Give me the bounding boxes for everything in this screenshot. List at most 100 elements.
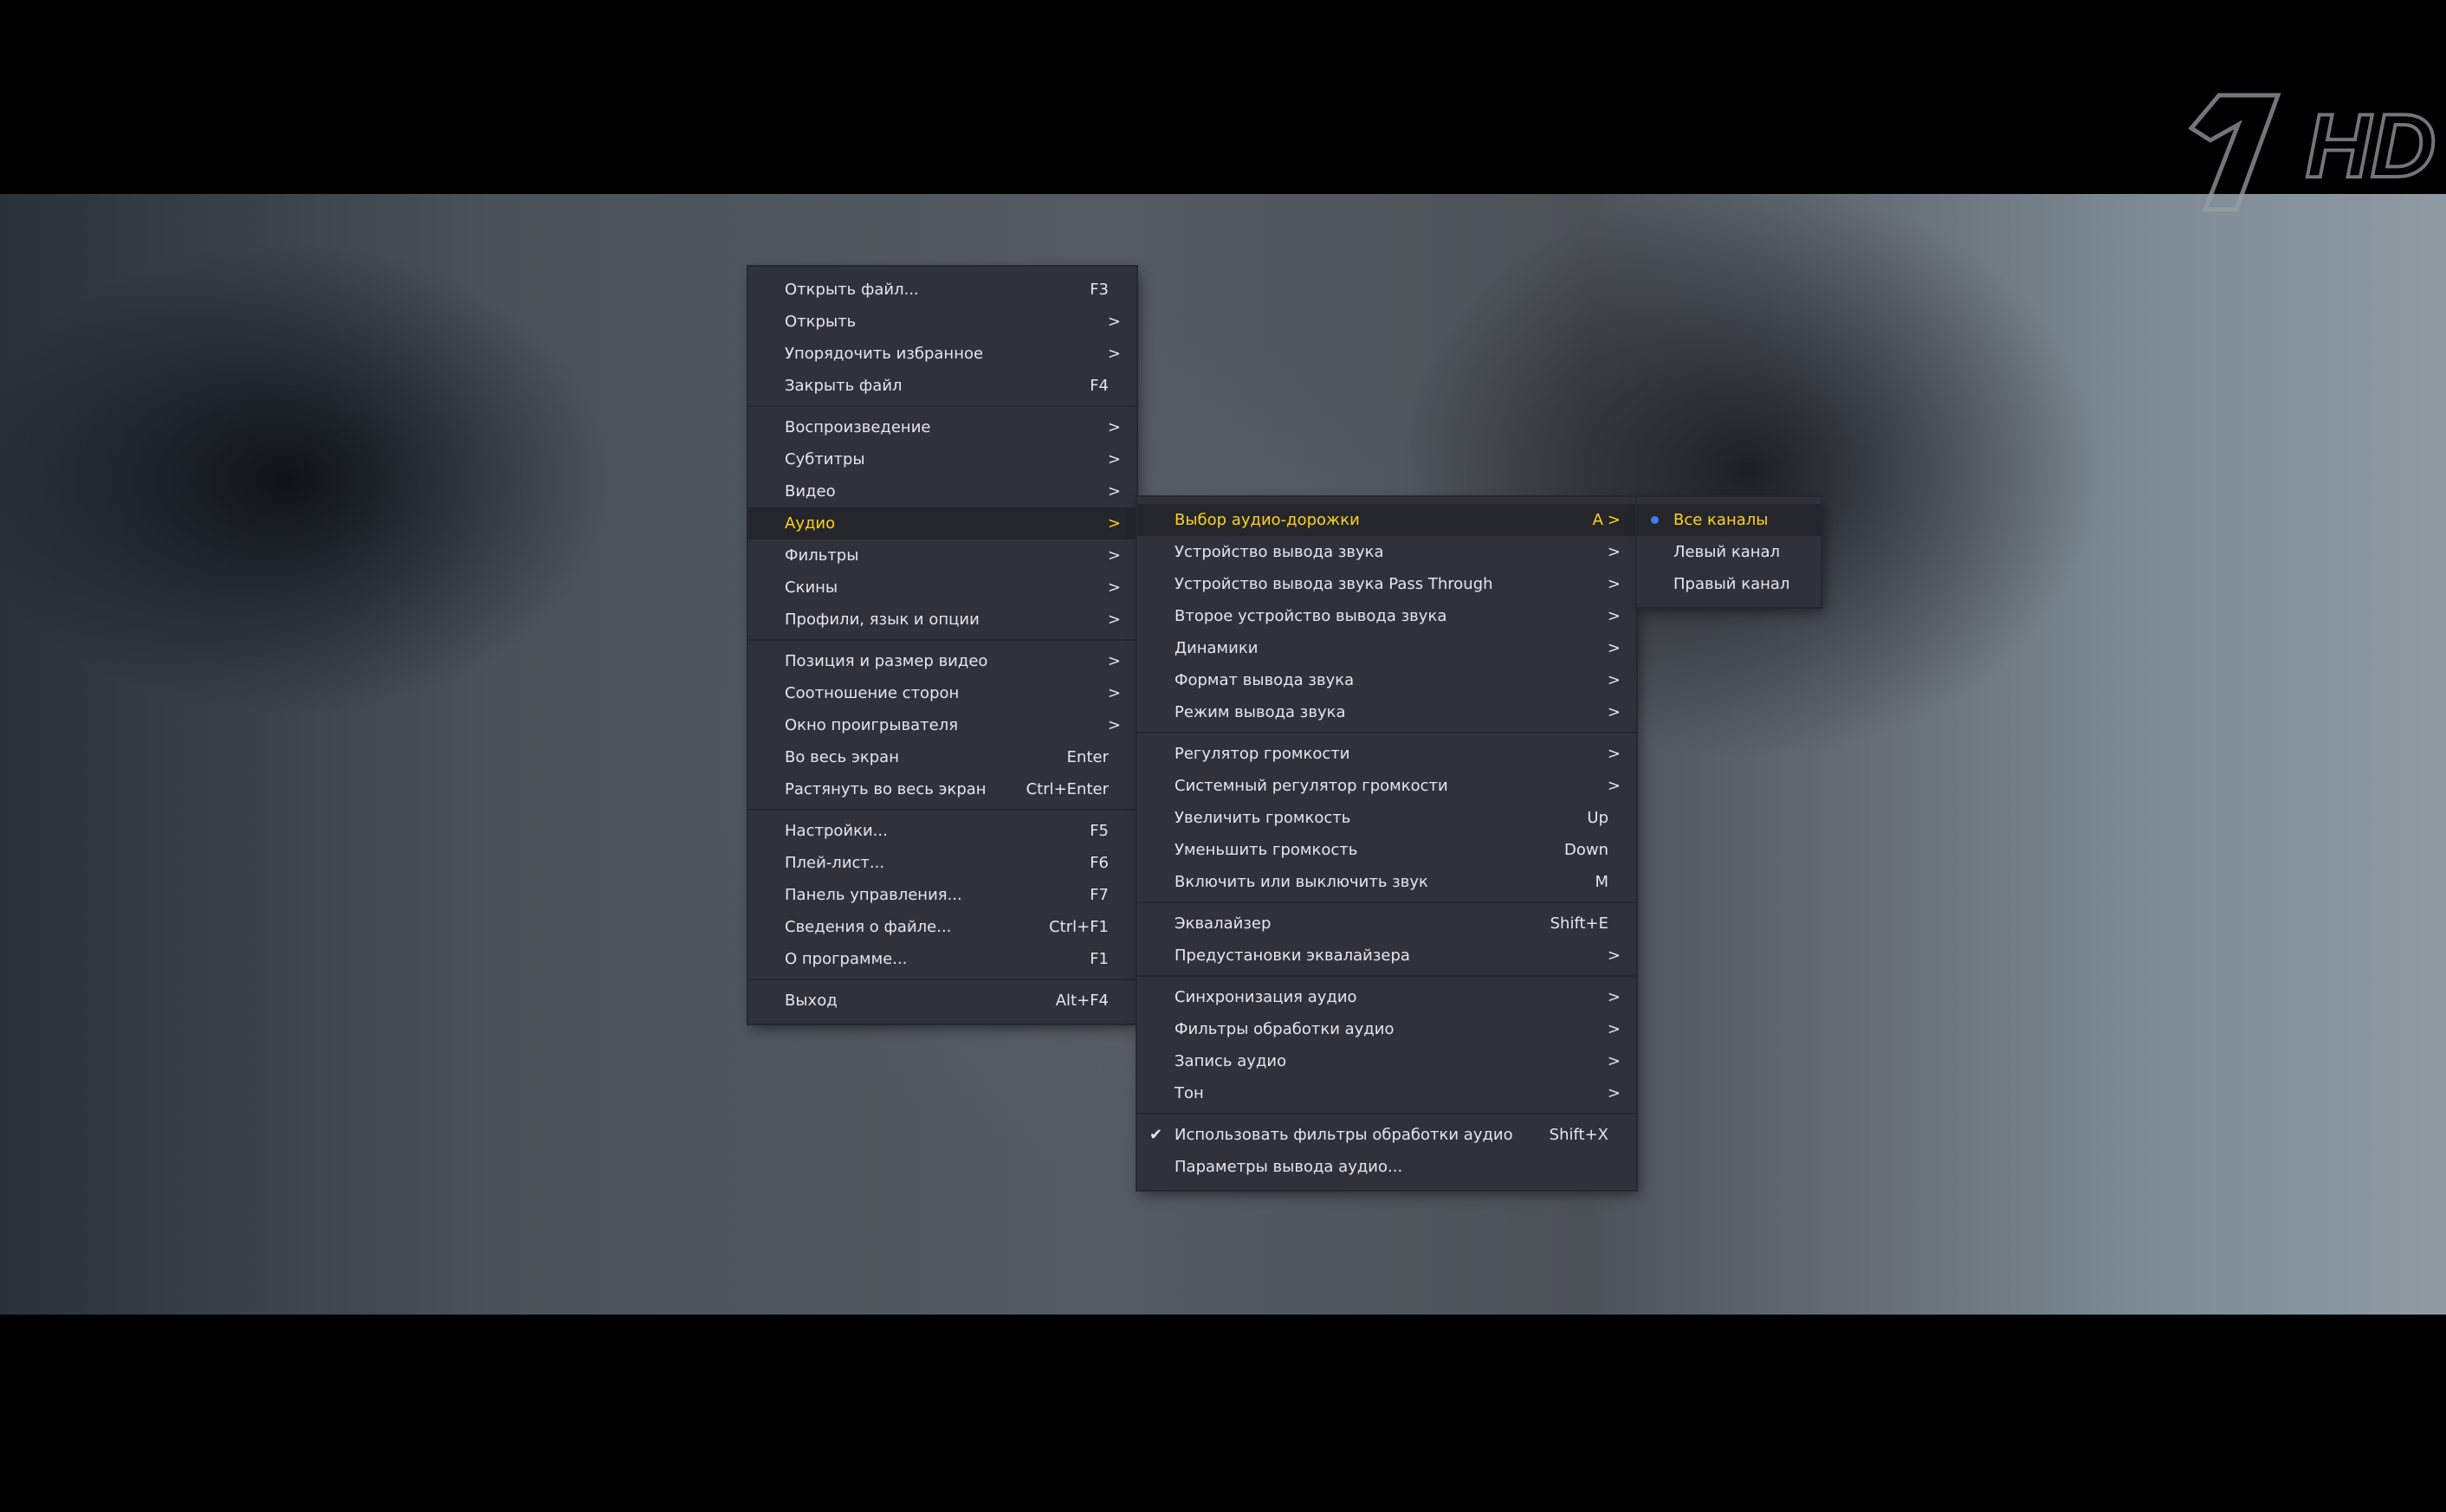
menu-item-radio[interactable]: Правый канал [1637,568,1821,600]
menu-item[interactable]: О программе... F1 [748,943,1136,975]
menu-item-shortcut: Enter [1066,748,1109,766]
menu-item-shortcut: F6 [1090,854,1109,872]
menu-item[interactable]: Профили, язык и опции > [748,604,1136,636]
submenu-arrow-icon: > [1607,511,1621,529]
menu-item-label: Тон [1174,1084,1204,1102]
logo-hd-text: HD [2306,96,2436,197]
menu-item-label: Растянуть во весь экран [785,780,987,798]
submenu-arrow-icon: > [1107,716,1121,734]
menu-item[interactable]: Упорядочить избранное > [748,338,1136,370]
menu-separator [1137,901,1636,903]
menu-item[interactable]: Запись аудио > [1137,1045,1636,1077]
menu-item-label: Уменьшить громкость [1174,841,1358,859]
submenu-arrow-icon: > [1107,684,1121,702]
menu-item-label: Регулятор громкости [1174,745,1350,763]
menu-item-label: О программе... [785,950,908,968]
submenu-arrow-icon: > [1107,450,1121,468]
menu-item[interactable]: Плей-лист... F6 [748,847,1136,879]
menu-item-shortcut: A [1592,511,1603,529]
menu-item[interactable]: Фильтры > [748,540,1136,572]
menu-item-shortcut: F1 [1090,950,1109,968]
menu-item[interactable]: Закрыть файл F4 [748,370,1136,402]
menu-item-label: Субтитры [785,450,865,468]
submenu-arrow-icon: > [1107,345,1121,363]
submenu-arrow-icon: > [1607,947,1621,965]
menu-item[interactable]: Параметры вывода аудио... [1137,1151,1636,1183]
menu-item-shortcut: Shift+X [1549,1126,1608,1144]
menu-item-label: Устройство вывода звука [1174,543,1384,561]
submenu-arrow-icon: > [1107,482,1121,501]
menu-item[interactable]: Формат вывода звука > [1137,664,1636,696]
menu-item[interactable]: Воспроизведение > [748,411,1136,443]
menu-item[interactable]: Фильтры обработки аудио > [1137,1013,1636,1045]
menu-item[interactable]: Регулятор громкости > [1137,738,1636,770]
submenu-arrow-icon: > [1107,313,1121,331]
submenu-arrow-icon: > [1107,418,1121,436]
menu-item-shortcut: Ctrl+Enter [1026,780,1109,798]
menu-item-label: Предустановки эквалайзера [1174,947,1410,965]
menu-item[interactable]: Сведения о файле... Ctrl+F1 [748,911,1136,943]
menu-item-label: Во весь экран [785,748,899,766]
menu-item-label: Режим вывода звука [1174,703,1346,721]
submenu-arrow-icon: > [1607,1052,1621,1070]
menu-item[interactable]: Позиция и размер видео > [748,645,1136,677]
menu-item[interactable]: Устройство вывода звука Pass Through > [1137,568,1636,600]
menu-item[interactable]: Системный регулятор громкости > [1137,770,1636,802]
submenu-arrow-icon: > [1607,671,1621,689]
menu-item[interactable]: Включить или выключить звук M [1137,866,1636,898]
menu-item-shortcut: Down [1563,841,1608,859]
menu-item-label: Аудио [785,514,836,533]
menu-item[interactable]: Эквалайзер Shift+E [1137,908,1636,940]
menu-item-shortcut: Up [1587,809,1608,827]
menu-item-label: Правый канал [1673,575,1790,593]
submenu-arrow-icon: > [1107,514,1121,533]
menu-item[interactable]: Видео > [748,475,1136,507]
menu-item[interactable]: Уменьшить громкость Down [1137,834,1636,866]
menu-item-radio[interactable]: Левый канал [1637,536,1821,568]
menu-item[interactable]: Открыть > [748,306,1136,338]
menu-item[interactable]: Режим вывода звука > [1137,696,1636,728]
menu-item[interactable]: Предустановки эквалайзера > [1137,940,1636,972]
menu-item[interactable]: Аудио > [748,507,1136,540]
menu-item-label: Устройство вывода звука Pass Through [1174,575,1493,593]
menu-item-label: Соотношение сторон [785,684,960,702]
menu-item-label: Скины [785,578,838,597]
menu-item[interactable]: Синхронизация аудио > [1137,981,1636,1013]
menu-item[interactable]: ✔ Использовать фильтры обработки аудио Shi… [1137,1119,1636,1151]
menu-item[interactable]: Субтитры > [748,443,1136,475]
menu-item[interactable]: Открыть файл... F3 [748,274,1136,306]
menu-item[interactable]: Увеличить громкость Up [1137,802,1636,834]
menu-item[interactable]: Устройство вывода звука > [1137,536,1636,568]
menu-item[interactable]: Во весь экран Enter [748,741,1136,773]
menu-item[interactable]: Динамики > [1137,632,1636,664]
menu-item[interactable]: Второе устройство вывода звука > [1137,600,1636,632]
menu-separator [748,809,1136,811]
menu-item[interactable]: Панель управления... F7 [748,879,1136,911]
menu-item-label: Все каналы [1673,511,1769,529]
menu-item[interactable]: Окно проигрывателя > [748,709,1136,741]
menu-separator [748,979,1136,980]
submenu-arrow-icon: > [1107,611,1121,629]
submenu-arrow-icon: > [1607,639,1621,657]
menu-item-label: Профили, язык и опции [785,611,980,629]
menu-item-label: Открыть [785,313,857,331]
submenu-arrow-icon: > [1107,652,1121,670]
menu-item-radio[interactable]: Все каналы [1637,504,1821,536]
menu-item[interactable]: Растянуть во весь экран Ctrl+Enter [748,773,1136,805]
menu-item[interactable]: Настройки... F5 [748,815,1136,847]
submenu-arrow-icon: > [1607,777,1621,795]
channel-logo-icon: HD [2188,93,2436,212]
menu-item[interactable]: Выход Alt+F4 [748,985,1136,1017]
submenu-arrow-icon: > [1607,543,1621,561]
context-menu-main: Открыть файл... F3 Открыть > Упорядочить изб… [748,267,1136,1024]
menu-item[interactable]: Тон > [1137,1077,1636,1109]
menu-item[interactable]: Соотношение сторон > [748,677,1136,709]
menu-item-label: Закрыть файл [785,377,903,395]
menu-separator [748,405,1136,407]
menu-separator [1137,732,1636,733]
radio-selected-icon [1651,516,1659,524]
menu-item-label: Открыть файл... [785,281,919,299]
menu-item[interactable]: Выбор аудио-дорожки A > [1137,504,1636,536]
menu-item-label: Настройки... [785,822,888,840]
menu-item[interactable]: Скины > [748,572,1136,604]
